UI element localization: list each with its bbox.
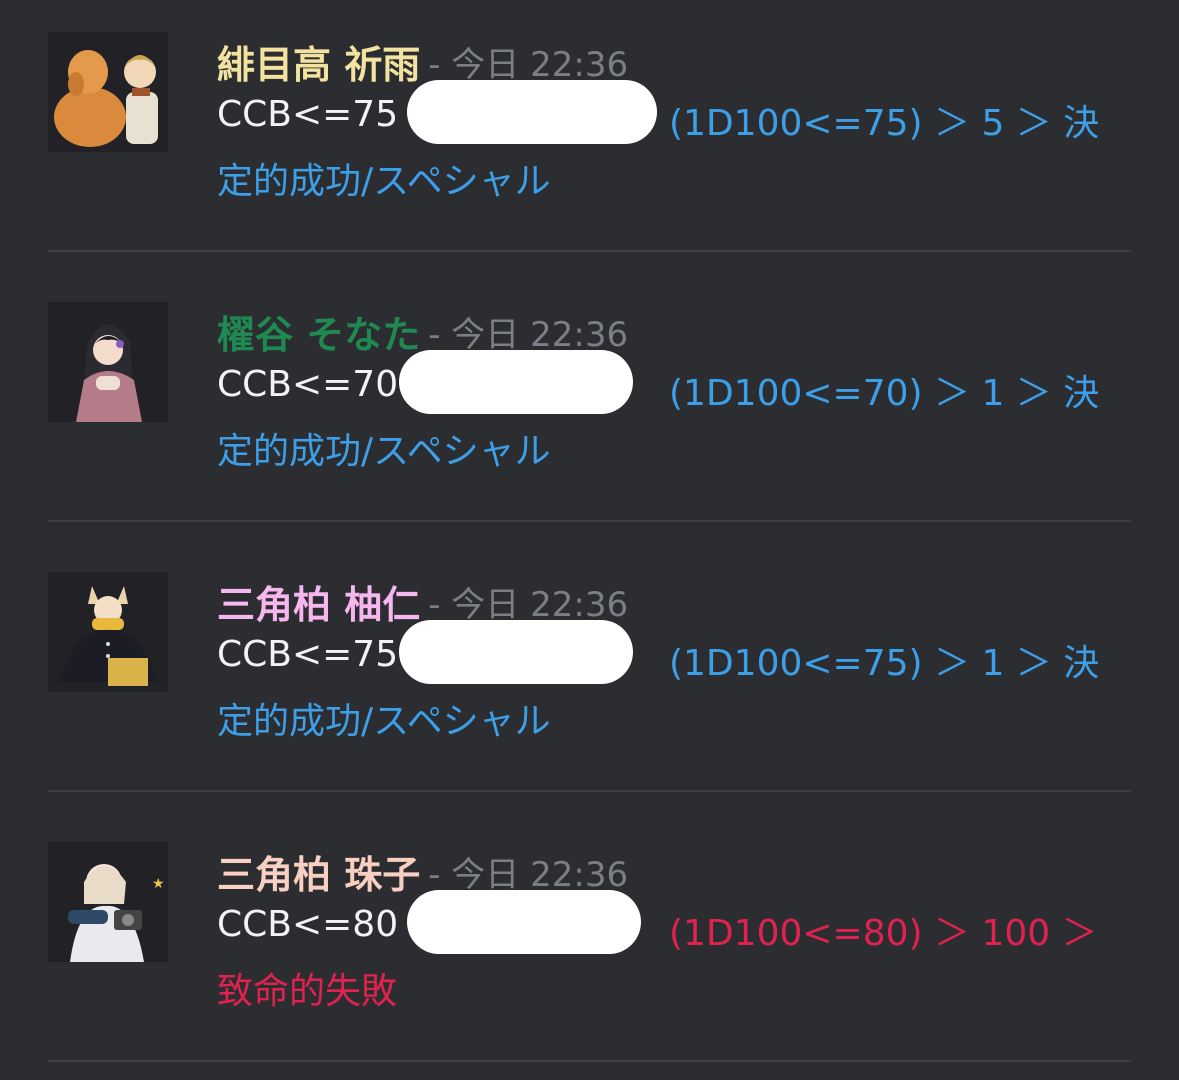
dice-command: CCB<=75	[217, 634, 399, 675]
chat-feed: 緋目高 祈雨 - 今日 22:36 CCB<=75 (1D100<=75) ＞ 5…	[0, 0, 1179, 1075]
redacted-blot	[407, 80, 657, 144]
message-header: 三角柏 珠子 - 今日 22:36	[217, 844, 629, 897]
timestamp: - 今日 22:36	[428, 315, 629, 355]
timestamp: - 今日 22:36	[428, 855, 629, 895]
message-header: 櫂谷 そなた - 今日 22:36	[217, 304, 629, 357]
message-header: 緋目高 祈雨 - 今日 22:36	[217, 34, 629, 87]
svg-text:★: ★	[152, 876, 165, 892]
message-divider	[48, 520, 1131, 522]
chat-message: 三角柏 柚仁 - 今日 22:36 CCB<=75 (1D100<=75) ＞ 1…	[0, 540, 1179, 810]
dice-command: CCB<=75	[217, 94, 399, 135]
message-line: CCB<=70 (1D100<=70) ＞ 1 ＞ 決	[217, 350, 1147, 414]
character-name[interactable]: 緋目高 祈雨	[217, 43, 420, 87]
message-line: CCB<=80 (1D100<=80) ＞ 100 ＞	[217, 890, 1147, 954]
character-cat-ears-avatar[interactable]	[48, 572, 168, 692]
chat-message: ★ 三角柏 珠子 - 今日 22:36 CCB<=80 (1D100<=80) ＞…	[0, 810, 1179, 1080]
timestamp: - 今日 22:36	[428, 585, 629, 625]
dice-result: (1D100<=70) ＞ 1 ＞ 決	[669, 373, 1100, 414]
dice-result: (1D100<=75) ＞ 1 ＞ 決	[669, 643, 1100, 684]
character-with-dog-avatar[interactable]	[48, 32, 168, 152]
message-divider	[48, 250, 1131, 252]
character-name[interactable]: 櫂谷 そなた	[217, 313, 420, 357]
timestamp: - 今日 22:36	[428, 45, 629, 85]
character-pink-coat-avatar[interactable]	[48, 302, 168, 422]
message-divider	[48, 790, 1131, 792]
character-name[interactable]: 三角柏 珠子	[217, 853, 420, 897]
dice-command: CCB<=80	[217, 904, 399, 945]
message-divider	[48, 1060, 1131, 1062]
redacted-blot	[399, 350, 633, 414]
character-camera-avatar[interactable]: ★	[48, 842, 168, 962]
character-name[interactable]: 三角柏 柚仁	[217, 583, 420, 627]
redacted-blot	[399, 620, 633, 684]
dice-result: (1D100<=80) ＞ 100 ＞	[669, 913, 1098, 954]
dice-result-continued: 定的成功/スペシャル	[217, 161, 551, 202]
dice-result-continued: 致命的失敗	[217, 971, 398, 1012]
message-header: 三角柏 柚仁 - 今日 22:36	[217, 574, 629, 627]
redacted-blot	[407, 890, 641, 954]
message-line: CCB<=75 (1D100<=75) ＞ 5 ＞ 決	[217, 80, 1147, 144]
dice-command: CCB<=70	[217, 364, 399, 405]
chat-message: 緋目高 祈雨 - 今日 22:36 CCB<=75 (1D100<=75) ＞ 5…	[0, 0, 1179, 270]
message-line: CCB<=75 (1D100<=75) ＞ 1 ＞ 決	[217, 620, 1147, 684]
dice-result-continued: 定的成功/スペシャル	[217, 701, 551, 742]
dice-result-continued: 定的成功/スペシャル	[217, 431, 551, 472]
chat-message: 櫂谷 そなた - 今日 22:36 CCB<=70 (1D100<=70) ＞ 1…	[0, 270, 1179, 540]
dice-result: (1D100<=75) ＞ 5 ＞ 決	[669, 103, 1100, 144]
